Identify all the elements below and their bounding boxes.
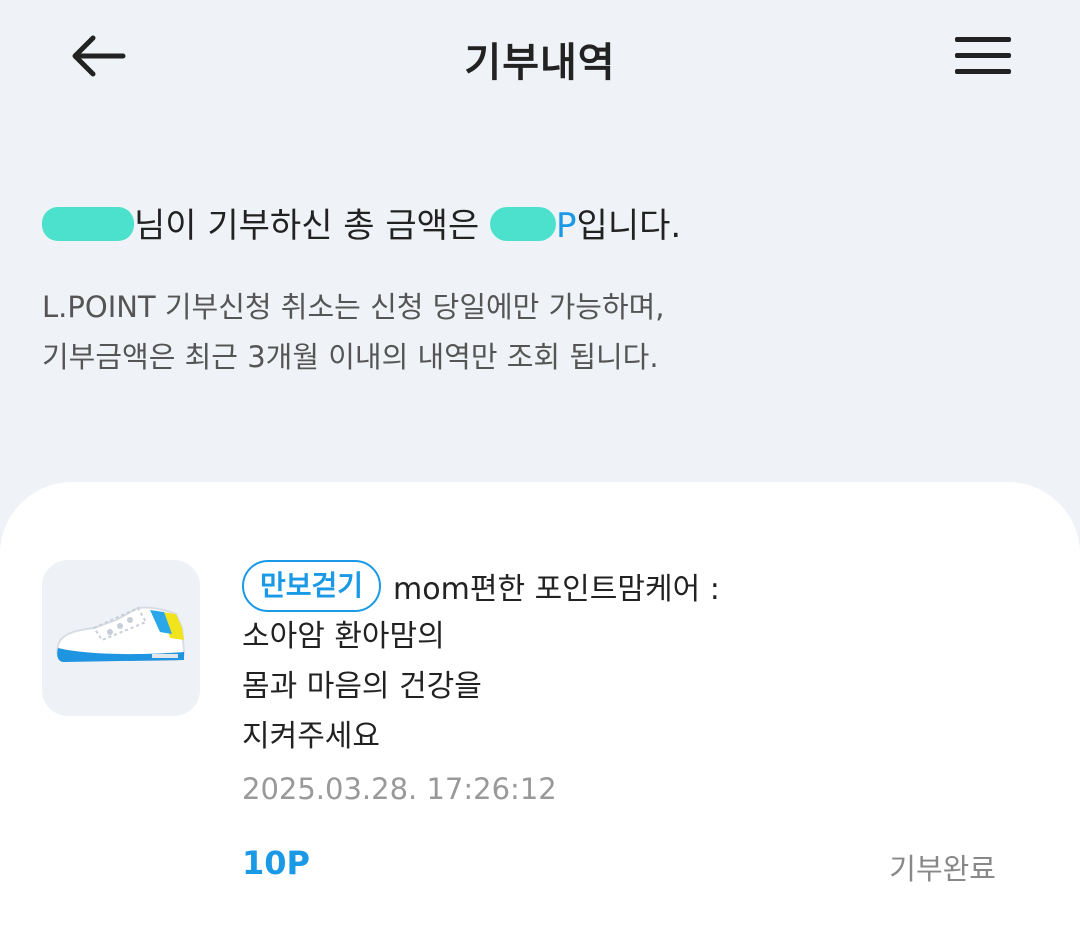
page-title: 기부내역 <box>464 40 616 86</box>
campaign-title-line-1: mom편한 포인트맘케어 : <box>393 572 720 607</box>
total-amount-suffix: P <box>556 206 577 246</box>
donation-points: 10P <box>242 844 310 882</box>
donation-summary: 님이 기부하신 총 금액은 P입니다. <box>42 198 681 247</box>
app-header: 기부내역 <box>0 0 1080 115</box>
notice-line-1: L.POINT 기부신청 취소는 신청 당일에만 가능하며, <box>42 290 665 324</box>
donation-status: 기부완료 <box>889 852 996 886</box>
masked-user-name <box>42 207 134 241</box>
sneaker-icon <box>56 606 186 662</box>
campaign-info: 만보걷기 mom편한 포인트맘케어 : 소아암 환아맘의 몸과 마음의 건강을 지… <box>242 560 1042 762</box>
donation-date: 2025.03.28. 17:26:12 <box>242 772 557 806</box>
campaign-title-line-4: 지켜주세요 <box>242 719 380 754</box>
campaign-title-rest: 소아암 환아맘의 몸과 마음의 건강을 지켜주세요 <box>242 612 1042 762</box>
notice-line-2: 기부금액은 최근 3개월 이내의 내역만 조회 됩니다. <box>42 340 659 374</box>
masked-total-amount <box>490 207 557 241</box>
campaign-thumbnail <box>42 560 200 716</box>
notice-text: L.POINT 기부신청 취소는 신청 당일에만 가능하며, 기부금액은 최근 … <box>42 282 665 382</box>
summary-text-2: 입니다. <box>576 206 682 246</box>
donation-list-card: 만보걷기 mom편한 포인트맘케어 : 소아암 환아맘의 몸과 마음의 건강을 지… <box>0 482 1080 942</box>
category-tag: 만보걷기 <box>242 560 382 612</box>
hamburger-menu-icon <box>955 37 1011 74</box>
summary-text-1: 님이 기부하신 총 금액은 <box>134 206 491 246</box>
campaign-title-line-2: 소아암 환아맘의 <box>242 619 445 654</box>
campaign-title-line-3: 몸과 마음의 건강을 <box>242 669 482 704</box>
menu-button[interactable] <box>950 28 1016 84</box>
